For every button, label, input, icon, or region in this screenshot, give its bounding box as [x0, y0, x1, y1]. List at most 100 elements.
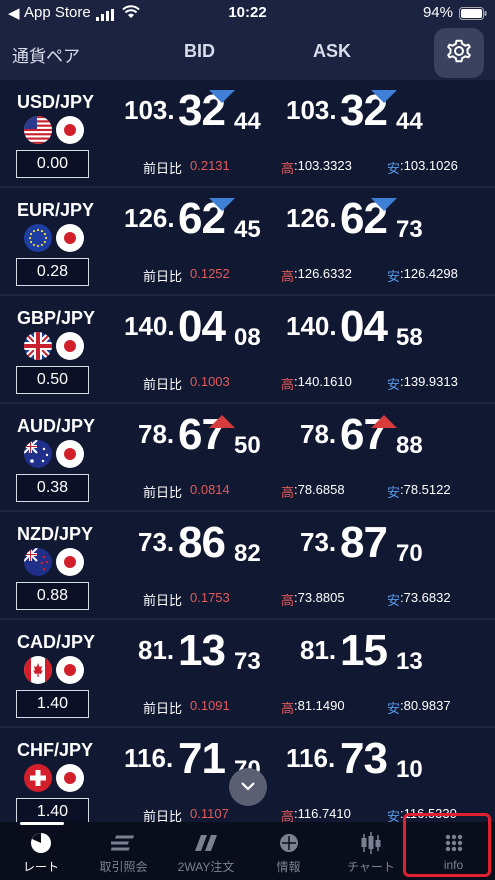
- trade-inquiry-icon: [83, 831, 165, 855]
- bid-price[interactable]: 116.7170: [100, 732, 261, 792]
- high-value: :81.1490: [294, 698, 345, 713]
- rate-row[interactable]: GBP/JPY 0.50 140. 04 08 140. 04 58 前日比 0.1003 高:14…: [0, 296, 495, 402]
- spread-value: 0.00: [16, 150, 89, 178]
- jp-flag-icon: [56, 440, 84, 468]
- high-label: 高: [281, 485, 295, 500]
- change-label: 前日比: [143, 809, 183, 822]
- tab-label: 取引照会: [99, 860, 148, 874]
- high-value: :73.8805: [294, 590, 345, 605]
- clock-time: 10:22: [228, 4, 267, 21]
- tab-chart-candle[interactable]: チャート: [330, 822, 412, 880]
- ca-flag-icon: [24, 656, 52, 684]
- high-label: 高: [281, 377, 295, 392]
- high-value: :140.1610: [294, 374, 352, 389]
- bid-price-big-figure: 86: [178, 518, 226, 567]
- bid-price[interactable]: 73. 86 82: [100, 516, 261, 576]
- change-label: 前日比: [143, 377, 183, 392]
- chart-candle-icon: [330, 831, 412, 855]
- ask-price[interactable]: 140. 04 58: [262, 300, 423, 360]
- change-value: 0.1753: [190, 590, 230, 605]
- low-value: :80.9837: [400, 698, 451, 713]
- settings-button[interactable]: [434, 28, 484, 78]
- change-value: 0.1003: [190, 374, 230, 389]
- bid-price[interactable]: 140. 04 08: [100, 300, 261, 360]
- spread-value: 0.50: [16, 366, 89, 394]
- tab-label: 2WAY注文: [177, 860, 235, 874]
- ch-flag-icon: [24, 764, 52, 792]
- ask-price-big-figure: 87: [340, 518, 388, 567]
- rate-row[interactable]: CAD/JPY 1.40 81. 13 73 81. 15 13 前日比 0.1091 高:81.1…: [0, 620, 495, 726]
- ask-price-pips: 13: [396, 648, 423, 675]
- tab-rate[interactable]: レート: [0, 822, 82, 880]
- spread-value: 1.40: [16, 798, 89, 822]
- bid-price-pips: 44: [234, 108, 261, 135]
- high-label: 高: [281, 269, 295, 284]
- ask-price[interactable]: 73. 87 70: [262, 516, 423, 576]
- gb-flag-icon: [24, 332, 52, 360]
- up-arrow-icon: [370, 413, 398, 434]
- bid-price-integer: 126.: [124, 203, 175, 233]
- ask-price-pips: 73: [396, 216, 423, 243]
- bid-price-integer: 81.: [138, 635, 175, 665]
- currency-pair-name: CAD/JPY: [17, 632, 96, 652]
- active-tab-indicator: [20, 822, 64, 825]
- currency-pair-name: CHF/JPY: [17, 740, 94, 760]
- low-label: 安: [387, 701, 401, 716]
- bid-price-integer: 73.: [138, 527, 175, 557]
- change-label: 前日比: [143, 161, 183, 176]
- gear-icon: [444, 36, 474, 71]
- change-value: 0.0814: [190, 482, 230, 497]
- high-label: 高: [281, 701, 295, 716]
- bid-price-pips: 50: [234, 432, 261, 459]
- info-compass-icon: [248, 831, 330, 855]
- bid-column-label: BID: [184, 41, 215, 61]
- tab-label: レート: [22, 860, 59, 874]
- change-label: 前日比: [143, 593, 183, 608]
- currency-pair-name: AUD/JPY: [17, 416, 96, 436]
- tab-info-compass[interactable]: 情報: [248, 822, 330, 880]
- tab-trade-inquiry[interactable]: 取引照会: [83, 822, 165, 880]
- spread-value: 0.88: [16, 582, 89, 610]
- bid-price-pips: 82: [234, 540, 261, 567]
- jp-flag-icon: [56, 548, 84, 576]
- jp-flag-icon: [56, 224, 84, 252]
- bid-price[interactable]: 81. 13 73: [100, 624, 261, 684]
- rate-list[interactable]: USD/JPY 0.00 103. 32 44 103. 32 44 前日比 0.2131 高:10…: [0, 80, 495, 822]
- bid-price-big-figure: 13: [178, 626, 226, 675]
- ask-price-integer: 126.: [286, 203, 337, 233]
- ask-price-big-figure: 73: [340, 734, 388, 783]
- ask-price-integer: 116.: [286, 743, 336, 773]
- rate-row[interactable]: EUR/JPY 0.28 126. 62 45 126. 62 73 前日比 0.1252 高:12…: [0, 188, 495, 294]
- bid-price-big-figure: 71: [178, 734, 226, 783]
- bid-price-integer: 116.: [124, 743, 174, 773]
- currency-pair-name: NZD/JPY: [17, 524, 94, 544]
- change-label: 前日比: [143, 269, 183, 284]
- ask-price-pips: 70: [396, 540, 423, 567]
- low-value: :126.4298: [400, 266, 458, 281]
- spread-value: 1.40: [16, 690, 89, 718]
- rate-row[interactable]: USD/JPY 0.00 103. 32 44 103. 32 44 前日比 0.2131 高:10…: [0, 80, 495, 186]
- currency-pair-name: EUR/JPY: [17, 200, 95, 220]
- scroll-down-button[interactable]: [229, 768, 267, 806]
- ask-price-pips: 10: [396, 756, 423, 783]
- eu-flag-icon: [24, 224, 52, 252]
- jp-flag-icon: [56, 764, 84, 792]
- rate-row[interactable]: AUD/JPY 0.38 78. 67 50 78. 67 88 前日比 0.0814 高:78.6…: [0, 404, 495, 510]
- ask-price[interactable]: 81. 15 13: [262, 624, 423, 684]
- ask-column-label: ASK: [313, 41, 352, 61]
- ask-price-integer: 73.: [300, 527, 337, 557]
- high-value: :103.3323: [294, 158, 352, 173]
- rate-row[interactable]: NZD/JPY 0.88 73. 86 82 73. 87 70 前日比 0.1753 高:73.8…: [0, 512, 495, 618]
- currency-pair-column-label: 通貨ペア: [12, 47, 80, 66]
- low-label: 安: [387, 593, 401, 608]
- rate-list-header: 通貨ペア BID ASK: [0, 26, 495, 80]
- ask-price[interactable]: 116. 73 10: [262, 732, 423, 792]
- tab-label: 情報: [276, 860, 301, 874]
- low-label: 安: [387, 485, 401, 500]
- low-label: 安: [387, 269, 401, 284]
- high-label: 高: [281, 809, 295, 822]
- tab-two-way-order[interactable]: 2WAY注文: [165, 822, 247, 880]
- ask-price-pips: 58: [396, 324, 423, 351]
- low-label: 安: [387, 161, 401, 176]
- change-label: 前日比: [143, 485, 183, 500]
